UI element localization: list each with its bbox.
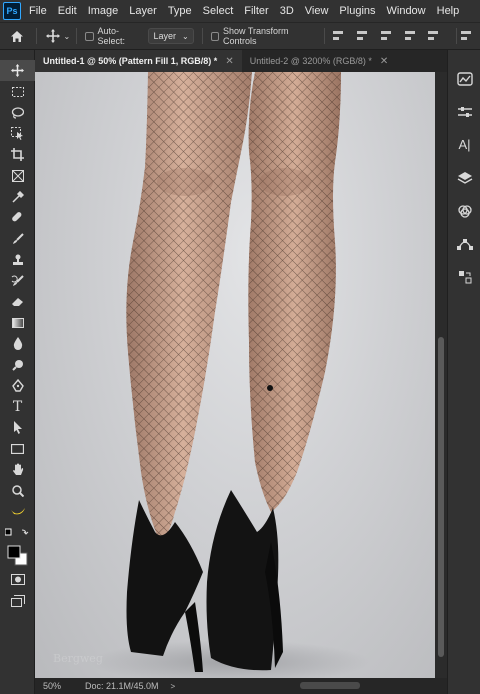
align-center-icon[interactable] [356, 30, 370, 42]
auto-select-checkbox[interactable] [85, 31, 94, 41]
menu-select[interactable]: Select [203, 5, 234, 17]
frame-tool-icon[interactable] [0, 165, 35, 186]
pen-tool-icon[interactable] [0, 375, 35, 396]
auto-select-label: Auto-Select: [97, 26, 126, 46]
move-tool-icon[interactable] [0, 60, 35, 81]
status-menu-arrow[interactable]: > [171, 682, 176, 691]
path-selection-tool-icon[interactable] [0, 417, 35, 438]
separator [36, 28, 37, 44]
menu-image[interactable]: Image [88, 5, 119, 17]
show-transform-label: Show Transform Controls [223, 26, 289, 46]
show-transform-checkbox[interactable] [210, 31, 220, 41]
menu-view[interactable]: View [305, 5, 329, 17]
align-middle-icon[interactable] [428, 30, 441, 42]
document-canvas[interactable]: Bergweg [35, 72, 435, 678]
swap-colors-icon[interactable] [0, 522, 35, 543]
status-bar: 50% Doc: 21.1M/45.0M > [35, 678, 447, 694]
tab-untitled-1[interactable]: Untitled-1 @ 50% (Pattern Fill 1, RGB/8)… [35, 50, 242, 72]
character-panel-icon[interactable]: A| [448, 128, 480, 161]
home-icon[interactable] [6, 24, 28, 48]
chevron-down-icon: ⌄ [181, 31, 189, 41]
menu-help[interactable]: Help [437, 5, 460, 17]
type-tool-icon[interactable]: T [0, 396, 35, 417]
align-top-icon[interactable] [404, 30, 418, 42]
menu-3d[interactable]: 3D [280, 5, 294, 17]
panel-grip[interactable] [448, 50, 480, 62]
auto-select-dropdown[interactable]: Layer ⌄ [148, 28, 194, 44]
align-left-icon[interactable] [333, 30, 346, 42]
foreground-background-color[interactable] [0, 543, 35, 569]
menu-filter[interactable]: Filter [244, 5, 268, 17]
tab-label: Untitled-2 @ 3200% (RGB/8) * [249, 56, 372, 66]
photoshop-logo[interactable]: Ps [3, 2, 21, 20]
tab-untitled-2[interactable]: Untitled-2 @ 3200% (RGB/8) * ✕ [242, 50, 397, 72]
tool-preset-chevron-icon[interactable]: ⌄ [63, 32, 70, 41]
move-tool-icon[interactable] [45, 24, 62, 48]
brush-tool-icon[interactable] [0, 228, 35, 249]
panel-dock: A| [447, 50, 480, 694]
menu-layer[interactable]: Layer [129, 5, 157, 17]
document-size[interactable]: Doc: 21.1M/45.0M [85, 681, 159, 691]
menu-type[interactable]: Type [168, 5, 192, 17]
watermark: Bergweg [53, 652, 103, 665]
gradient-tool-icon[interactable] [0, 312, 35, 333]
align-right-icon[interactable] [380, 30, 394, 42]
close-icon[interactable]: ✕ [380, 56, 388, 67]
screen-mode-icon[interactable] [0, 590, 35, 611]
crop-tool-icon[interactable] [0, 144, 35, 165]
channels-panel-icon[interactable] [448, 194, 480, 227]
clone-stamp-tool-icon[interactable] [0, 249, 35, 270]
scrollbar-thumb[interactable] [438, 337, 444, 657]
zoom-level[interactable]: 50% [35, 681, 75, 691]
photo-legs-fishnet [90, 72, 370, 678]
panel-grip[interactable] [0, 50, 34, 60]
lasso-tool-icon[interactable] [0, 102, 35, 123]
separator [76, 28, 78, 44]
history-brush-tool-icon[interactable] [0, 270, 35, 291]
tools-panel: T [0, 50, 35, 694]
close-icon[interactable]: ✕ [225, 56, 233, 67]
marquee-tool-icon[interactable] [0, 81, 35, 102]
eyedropper-tool-icon[interactable] [0, 186, 35, 207]
paths-panel-icon[interactable] [448, 227, 480, 260]
zoom-tool-icon[interactable] [0, 480, 35, 501]
options-bar: ⌄ Auto-Select: Layer ⌄ Show Transform Co… [0, 22, 480, 50]
canvas-area[interactable]: Bergweg [35, 72, 435, 678]
banana-icon[interactable] [0, 501, 35, 522]
menu-file[interactable]: File [29, 5, 47, 17]
hand-tool-icon[interactable] [0, 459, 35, 480]
tab-label: Untitled-1 @ 50% (Pattern Fill 1, RGB/8)… [43, 56, 218, 66]
dodge-tool-icon[interactable] [0, 354, 35, 375]
eraser-tool-icon[interactable] [0, 291, 35, 312]
blur-tool-icon[interactable] [0, 333, 35, 354]
menu-edit[interactable]: Edit [58, 5, 77, 17]
menu-bar: Ps File Edit Image Layer Type Select Fil… [0, 0, 480, 22]
rectangle-tool-icon[interactable] [0, 438, 35, 459]
separator [324, 28, 326, 44]
distribute-icon[interactable] [461, 30, 474, 42]
menu-plugins[interactable]: Plugins [339, 5, 375, 17]
adjustments-panel-icon[interactable] [448, 95, 480, 128]
healing-brush-tool-icon[interactable] [0, 207, 35, 228]
history-panel-icon[interactable] [448, 260, 480, 293]
document-tab-bar: Untitled-1 @ 50% (Pattern Fill 1, RGB/8)… [35, 50, 447, 72]
auto-select-value: Layer [153, 31, 176, 41]
separator [456, 28, 458, 44]
vertical-scrollbar[interactable] [435, 72, 447, 678]
separator [201, 28, 203, 44]
quick-mask-icon[interactable] [0, 569, 35, 590]
menu-window[interactable]: Window [387, 5, 426, 17]
object-select-tool-icon[interactable] [0, 123, 35, 144]
layers-panel-icon[interactable] [448, 161, 480, 194]
horizontal-scrollbar-thumb[interactable] [300, 682, 360, 689]
color-panel-icon[interactable] [448, 62, 480, 95]
